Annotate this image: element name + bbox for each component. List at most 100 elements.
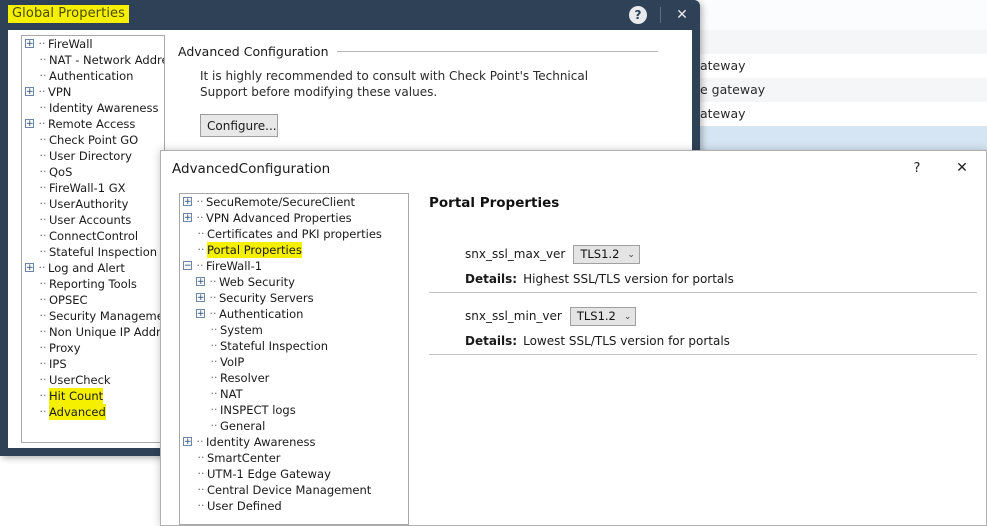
global-properties-tree-item[interactable]: ·· User Directory bbox=[22, 148, 164, 164]
global-properties-tree-item[interactable]: + ·· FireWall bbox=[22, 36, 164, 52]
tree-guide bbox=[195, 370, 208, 386]
advanced-configuration-tree-item[interactable]: − ·· FireWall-1 bbox=[180, 258, 408, 274]
advanced-configuration-tree-item[interactable]: ·· NAT bbox=[180, 386, 408, 402]
global-properties-tree-item[interactable]: ·· QoS bbox=[22, 164, 164, 180]
global-properties-tree-item[interactable]: + ·· VPN bbox=[22, 84, 164, 100]
property-value-select[interactable]: TLS1.2 ⌄ bbox=[569, 306, 637, 326]
global-properties-tree-label: Proxy bbox=[49, 341, 81, 355]
advanced-configuration-tree-item[interactable]: ·· User Defined bbox=[180, 498, 408, 514]
tree-connector-icon: ·· bbox=[196, 211, 204, 224]
advanced-configuration-tree-item[interactable]: + ·· SecuRemote/SecureClient bbox=[180, 194, 408, 210]
global-properties-tree-label: User Accounts bbox=[49, 213, 132, 227]
expand-plus-icon[interactable]: + bbox=[183, 437, 192, 447]
global-properties-tree-item[interactable]: ·· Advanced bbox=[22, 404, 164, 420]
global-properties-tree-item[interactable]: ·· Non Unique IP Addres bbox=[22, 324, 165, 340]
close-icon[interactable]: ✕ bbox=[674, 7, 690, 23]
expand-plus-icon[interactable]: + bbox=[25, 87, 34, 97]
property-value-select[interactable]: TLS1.2 ⌄ bbox=[573, 244, 640, 264]
background-table-row[interactable]: ateway bbox=[690, 54, 987, 78]
expand-plus-icon[interactable]: + bbox=[196, 277, 205, 287]
collapse-minus-icon[interactable]: − bbox=[183, 261, 192, 271]
tree-connector-icon: ·· bbox=[39, 133, 47, 146]
field-separator bbox=[429, 292, 977, 293]
advanced-configuration-tree-label: Authentication bbox=[219, 307, 304, 321]
global-properties-tree-item[interactable]: + ·· Log and Alert bbox=[22, 260, 164, 276]
tree-guide bbox=[195, 402, 208, 418]
tree-guide bbox=[24, 276, 37, 292]
advanced-configuration-tree-item[interactable]: ·· Resolver bbox=[180, 370, 408, 386]
tree-connector-icon: ·· bbox=[39, 405, 47, 418]
advanced-configuration-tree-item[interactable]: ·· Certificates and PKI properties bbox=[180, 226, 408, 242]
tree-guide bbox=[182, 466, 195, 482]
background-table-row[interactable]: ateway bbox=[690, 102, 987, 126]
global-properties-tree-item[interactable]: ·· Hit Count bbox=[22, 388, 164, 404]
advanced-configuration-section: Advanced Configuration It is highly reco… bbox=[178, 44, 658, 137]
global-properties-tree-item[interactable]: ·· UserAuthority bbox=[22, 196, 164, 212]
advanced-configuration-title: AdvancedConfiguration bbox=[172, 161, 331, 177]
global-properties-tree-item[interactable]: ·· OPSEC bbox=[22, 292, 164, 308]
property-details-row: Details: Lowest SSL/TLS version for porta… bbox=[465, 334, 977, 348]
global-properties-tree-label: Hit Count bbox=[49, 388, 104, 404]
details-label: Details: bbox=[465, 272, 518, 286]
global-properties-tree-item[interactable]: ·· Reporting Tools bbox=[22, 276, 164, 292]
advanced-configuration-tree-item[interactable]: ·· Portal Properties bbox=[180, 242, 408, 258]
advanced-configuration-tree-item[interactable]: ·· VoIP bbox=[180, 354, 408, 370]
global-properties-tree-item[interactable]: ·· FireWall-1 GX bbox=[22, 180, 164, 196]
advanced-configuration-tree-item[interactable]: + ·· Web Security bbox=[180, 274, 408, 290]
tree-guide bbox=[24, 324, 37, 340]
configure-button[interactable]: Configure... bbox=[200, 114, 278, 137]
global-properties-tree-item[interactable]: ·· Identity Awareness bbox=[22, 100, 164, 116]
global-properties-tree[interactable]: + ·· FireWall ·· NAT - Network Addres ·· Aut… bbox=[21, 35, 165, 443]
close-icon[interactable]: ✕ bbox=[951, 160, 973, 176]
tree-connector-icon: ·· bbox=[197, 227, 205, 240]
expand-plus-icon[interactable]: + bbox=[183, 213, 192, 223]
global-properties-tree-item[interactable]: ·· Authentication bbox=[22, 68, 164, 84]
property-field-row: snx_ssl_min_ver TLS1.2 ⌄ bbox=[465, 305, 977, 327]
global-properties-tree-item[interactable]: + ·· Remote Access bbox=[22, 116, 164, 132]
advanced-configuration-tree-item[interactable]: ·· Central Device Management bbox=[180, 482, 408, 498]
global-properties-tree-item[interactable]: ·· NAT - Network Addres bbox=[22, 52, 165, 68]
expand-plus-icon[interactable]: + bbox=[25, 119, 34, 129]
global-properties-tree-label: Identity Awareness bbox=[49, 101, 159, 115]
global-properties-tree-item[interactable]: ·· IPS bbox=[22, 356, 164, 372]
advanced-configuration-tree-item[interactable]: + ·· Security Servers bbox=[180, 290, 408, 306]
expand-plus-icon[interactable]: + bbox=[25, 39, 34, 49]
help-icon[interactable]: ? bbox=[629, 6, 647, 24]
global-properties-tree-item[interactable]: ·· Proxy bbox=[22, 340, 164, 356]
tree-connector-icon: ·· bbox=[39, 245, 47, 258]
global-properties-tree-item[interactable]: ·· UserCheck bbox=[22, 372, 164, 388]
background-table-row[interactable] bbox=[690, 126, 987, 150]
advanced-configuration-tree-item[interactable]: ·· General bbox=[180, 418, 408, 434]
global-properties-tree-item[interactable]: ·· User Accounts bbox=[22, 212, 164, 228]
advanced-configuration-tree-item[interactable]: ·· UTM-1 Edge Gateway bbox=[180, 466, 408, 482]
global-properties-tree-item[interactable]: ·· Stateful Inspection bbox=[22, 244, 164, 260]
help-icon[interactable]: ? bbox=[906, 161, 928, 176]
advanced-configuration-tree-item[interactable]: ·· System bbox=[180, 322, 408, 338]
advanced-configuration-tree-item[interactable]: + ·· Authentication bbox=[180, 306, 408, 322]
expand-plus-icon[interactable]: + bbox=[183, 197, 192, 207]
advanced-configuration-tree-item[interactable]: ·· SmartCenter bbox=[180, 450, 408, 466]
global-properties-tree-item[interactable]: ··Security Management . bbox=[22, 308, 165, 324]
advanced-configuration-tree-item[interactable]: + ·· VPN Advanced Properties bbox=[180, 210, 408, 226]
advanced-configuration-dialog: AdvancedConfiguration ? ✕ + ·· SecuRemote/… bbox=[160, 150, 987, 526]
background-table-row[interactable] bbox=[690, 30, 987, 54]
advanced-configuration-tree-label: Stateful Inspection bbox=[220, 339, 329, 353]
advanced-configuration-tree[interactable]: + ·· SecuRemote/SecureClient + ·· VPN Advance… bbox=[179, 193, 409, 525]
expand-plus-icon[interactable]: + bbox=[25, 263, 34, 273]
advanced-configuration-tree-item[interactable]: ·· Stateful Inspection bbox=[180, 338, 408, 354]
advanced-configuration-tree-label: VoIP bbox=[220, 355, 245, 369]
advanced-configuration-tree-item[interactable]: ·· INSPECT logs bbox=[180, 402, 408, 418]
property-field-block: snx_ssl_max_ver TLS1.2 ⌄ Details: Highest SS… bbox=[429, 243, 977, 293]
global-properties-tree-label: UserCheck bbox=[49, 373, 111, 387]
expand-plus-icon[interactable]: + bbox=[196, 309, 205, 319]
tree-guide bbox=[182, 450, 195, 466]
advanced-configuration-tree-item[interactable]: + ·· Identity Awareness bbox=[180, 434, 408, 450]
expand-plus-icon[interactable]: + bbox=[196, 293, 205, 303]
global-properties-tree-item[interactable]: ·· Check Point GO bbox=[22, 132, 164, 148]
global-properties-tree-item[interactable]: ·· ConnectControl bbox=[22, 228, 164, 244]
advanced-configuration-tree-label: UTM-1 Edge Gateway bbox=[207, 467, 331, 481]
background-table-row[interactable]: e gateway bbox=[690, 78, 987, 102]
tree-guide bbox=[24, 404, 37, 420]
